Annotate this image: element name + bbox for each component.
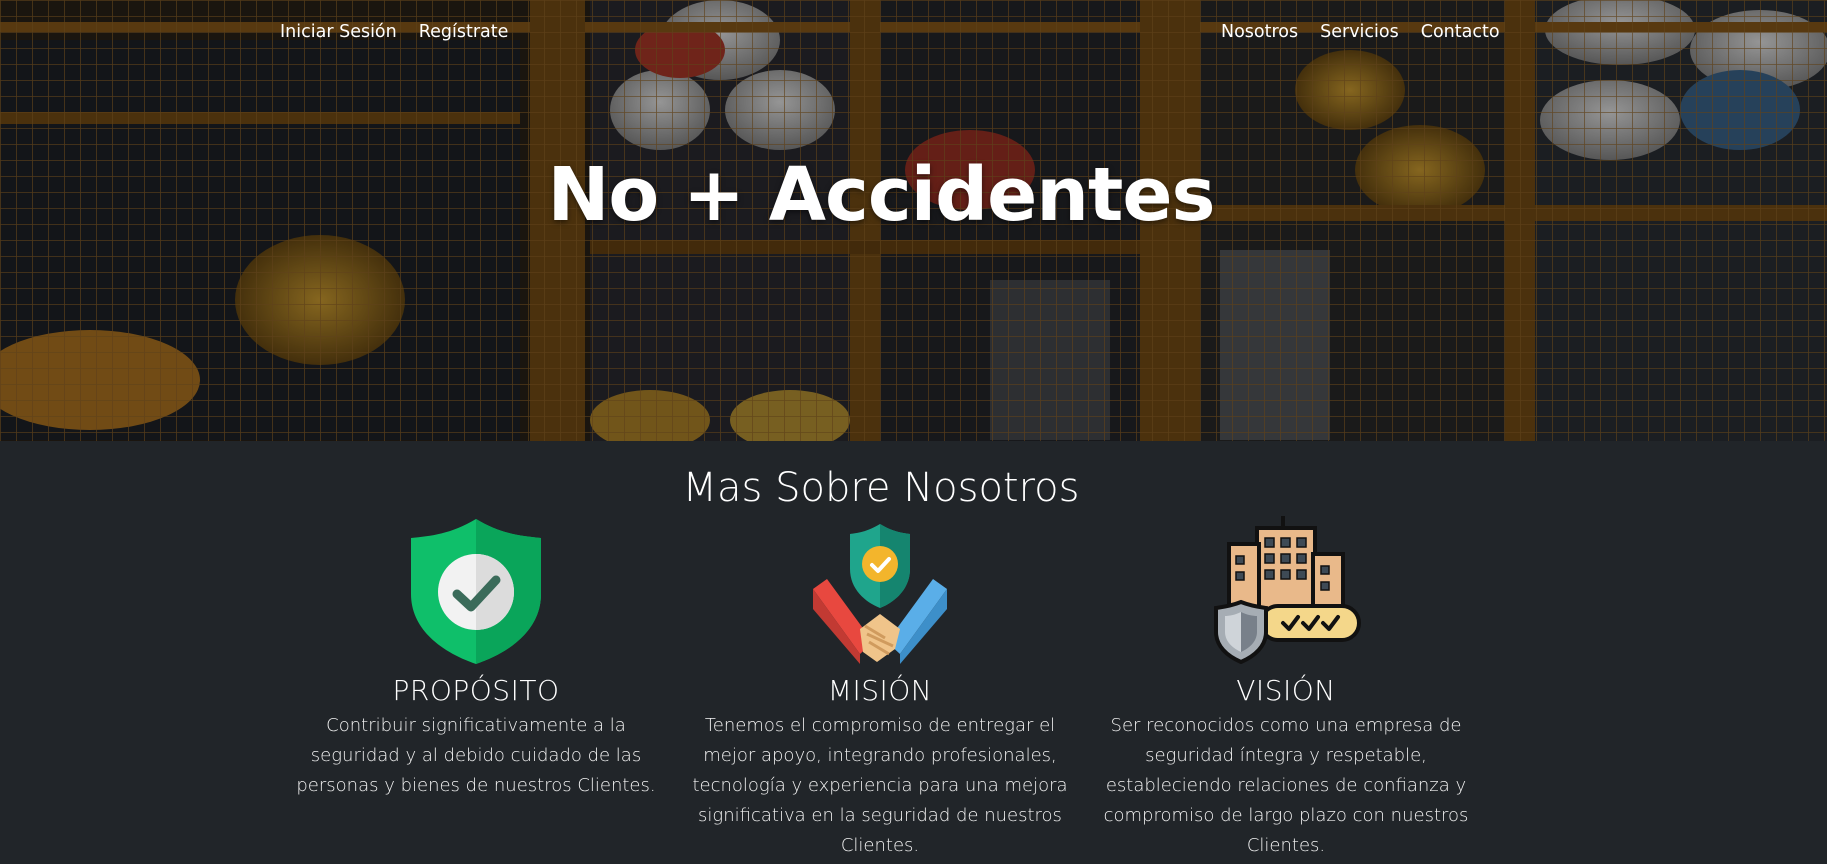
login-link[interactable]: Iniciar Sesión (280, 22, 397, 42)
vision-title: VISIÓN (1236, 674, 1336, 707)
shield-check-icon (411, 519, 541, 664)
purpose-card: PROPÓSITO Contribuir significativamente … (276, 514, 676, 801)
about-section: Mas Sobre Nosotros PROPÓSITO Contribuir … (0, 441, 1827, 864)
nav-link-contact[interactable]: Contacto (1421, 22, 1500, 42)
vision-text: Ser reconocidos como una empresa de segu… (1103, 715, 1469, 856)
purpose-text: Contribuir significativamente a la segur… (296, 715, 656, 796)
nav-link-services[interactable]: Servicios (1320, 22, 1399, 42)
mission-title: MISIÓN (827, 674, 933, 707)
nav-auth: Iniciar Sesión Regístrate (280, 22, 530, 42)
register-link[interactable]: Regístrate (419, 22, 509, 42)
nav-main: Nosotros Servicios Contacto (1221, 22, 1522, 42)
mission-text: Tenemos el compromiso de entregar el mej… (692, 715, 1068, 856)
about-title: Mas Sobre Nosotros (682, 465, 1080, 511)
secure-building-icon (1214, 516, 1361, 664)
mission-card: MISIÓN Tenemos el compromiso de entregar… (680, 514, 1080, 861)
handshake-shield-icon (813, 524, 947, 664)
hero-title: No + Accidentes (547, 152, 1215, 238)
vision-card: VISIÓN Ser reconocidos como una empresa … (1086, 514, 1486, 861)
purpose-title: PROPÓSITO (392, 674, 560, 707)
nav-link-about[interactable]: Nosotros (1221, 22, 1298, 42)
hero-banner: Iniciar Sesión Regístrate Nosotros Servici… (0, 0, 1827, 441)
